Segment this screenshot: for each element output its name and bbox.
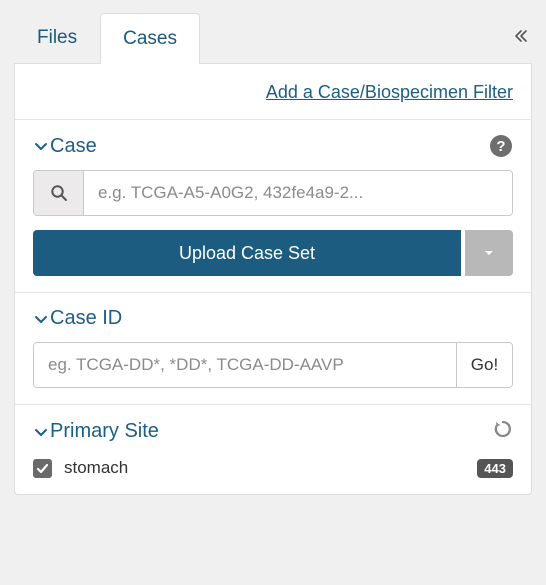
tab-files[interactable]: Files xyxy=(14,12,100,63)
case-search-group xyxy=(33,170,513,216)
upload-case-set-dropdown[interactable] xyxy=(465,230,513,276)
primary-site-section-title: Primary Site xyxy=(50,420,159,443)
upload-case-set-label: Upload Case Set xyxy=(179,243,315,264)
facet-row: stomach 443 xyxy=(33,456,513,478)
checkbox-stomach[interactable] xyxy=(33,459,52,478)
facet-label: stomach xyxy=(64,458,128,478)
caret-down-icon xyxy=(483,247,495,259)
tab-cases[interactable]: Cases xyxy=(100,13,200,64)
upload-case-set-button[interactable]: Upload Case Set xyxy=(33,230,461,276)
caseid-section-toggle[interactable]: Case ID xyxy=(33,307,122,330)
search-icon[interactable] xyxy=(34,171,84,215)
caseid-section-title: Case ID xyxy=(50,307,122,330)
case-search-input[interactable] xyxy=(84,171,512,215)
caseid-group: Go! xyxy=(33,342,513,388)
primary-site-section: Primary Site stomach 443 xyxy=(15,404,531,494)
tab-cases-label: Cases xyxy=(123,28,177,49)
go-button-label: Go! xyxy=(471,355,498,375)
case-section: Case ? Upload Case Set xyxy=(15,119,531,292)
reset-icon[interactable] xyxy=(493,419,513,444)
add-filter-row: Add a Case/Biospecimen Filter xyxy=(15,64,531,119)
count-badge: 443 xyxy=(477,459,513,478)
svg-text:?: ? xyxy=(496,138,505,155)
collapse-panel-icon[interactable] xyxy=(510,27,532,48)
primary-site-section-toggle[interactable]: Primary Site xyxy=(33,420,159,443)
case-section-toggle[interactable]: Case xyxy=(33,135,97,158)
tabs-row: Files Cases xyxy=(14,12,532,63)
case-section-title: Case xyxy=(50,135,97,158)
tab-files-label: Files xyxy=(37,27,77,48)
chevron-down-icon xyxy=(33,424,49,440)
check-icon xyxy=(36,462,49,475)
caseid-input[interactable] xyxy=(34,343,456,387)
add-filter-link[interactable]: Add a Case/Biospecimen Filter xyxy=(266,82,513,102)
chevron-down-icon xyxy=(33,138,49,154)
help-icon[interactable]: ? xyxy=(489,134,513,158)
caseid-section: Case ID Go! xyxy=(15,292,531,404)
go-button[interactable]: Go! xyxy=(456,343,512,387)
cases-panel: Add a Case/Biospecimen Filter Case ? xyxy=(14,63,532,495)
chevron-down-icon xyxy=(33,311,49,327)
